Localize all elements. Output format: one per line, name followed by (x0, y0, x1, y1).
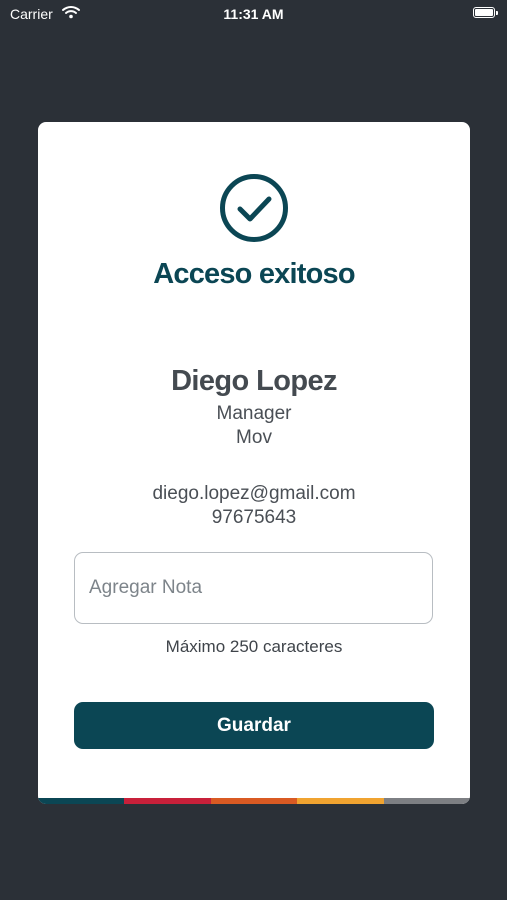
status-bar: Carrier 11:31 AM (0, 0, 507, 28)
color-strip-segment (124, 798, 211, 804)
user-name: Diego Lopez (171, 365, 337, 397)
success-card: Acceso exitoso Diego Lopez Manager Mov d… (38, 122, 470, 804)
color-strip (38, 798, 470, 804)
checkmark-circle-icon (219, 173, 289, 243)
color-strip-segment (383, 798, 470, 804)
user-email: diego.lopez@gmail.com (152, 483, 356, 504)
note-input[interactable] (74, 552, 433, 624)
user-company: Mov (236, 427, 272, 448)
page-title: Acceso exitoso (153, 258, 355, 290)
user-phone: 97675643 (211, 507, 297, 528)
color-strip-segment (38, 798, 125, 804)
clock: 11:31 AM (223, 6, 284, 22)
battery-icon (473, 7, 498, 18)
color-strip-segment (210, 798, 298, 804)
user-role: Manager (216, 403, 292, 424)
note-char-limit-hint: Máximo 250 caracteres (165, 637, 343, 656)
color-strip-segment (297, 798, 384, 804)
save-button[interactable]: Guardar (74, 702, 434, 749)
